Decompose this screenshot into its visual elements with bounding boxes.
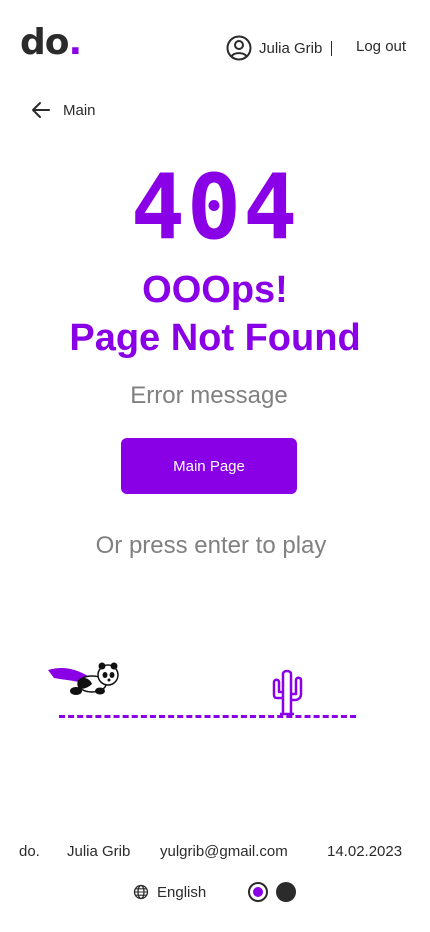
- logo[interactable]: do.: [20, 22, 82, 63]
- user-profile[interactable]: Julia Grib: [226, 34, 333, 62]
- title-line-1: OOOps!: [142, 269, 288, 311]
- header: do. Julia Grib Log out: [0, 0, 430, 96]
- logout-link[interactable]: Log out: [356, 38, 406, 55]
- footer-email[interactable]: yulgrib@gmail.com: [160, 843, 288, 860]
- back-label: Main: [63, 101, 96, 119]
- error-code: 404: [130, 155, 300, 260]
- main-page-button[interactable]: Main Page: [121, 438, 297, 494]
- error-message: Error message: [130, 382, 288, 409]
- user-name: Julia Grib: [259, 39, 323, 57]
- footer-author: Julia Grib: [67, 843, 131, 860]
- dino-game[interactable]: [40, 650, 370, 730]
- globe-icon: [133, 884, 149, 900]
- back-link[interactable]: Main: [30, 98, 96, 122]
- title-line-2: Page Not Found: [69, 317, 361, 359]
- light-theme-toggle[interactable]: [248, 882, 268, 902]
- language-selector[interactable]: English: [133, 881, 206, 903]
- user-icon: [226, 35, 252, 61]
- footer: do. Julia Grib yulgrib@gmail.com 14.02.2…: [0, 840, 430, 864]
- cactus-icon: [272, 669, 303, 716]
- footer-date: 14.02.2023: [327, 843, 403, 860]
- ground-line: [59, 715, 356, 718]
- divider: [331, 40, 333, 56]
- play-hint: Or press enter to play: [95, 532, 327, 559]
- language-label: English: [157, 883, 207, 901]
- dark-theme-toggle[interactable]: [276, 882, 296, 902]
- arrow-left-icon: [32, 102, 50, 118]
- footer-brand: do.: [19, 843, 40, 860]
- page-title: OOOps! Page Not Found: [0, 266, 430, 362]
- panda-icon: [48, 662, 119, 695]
